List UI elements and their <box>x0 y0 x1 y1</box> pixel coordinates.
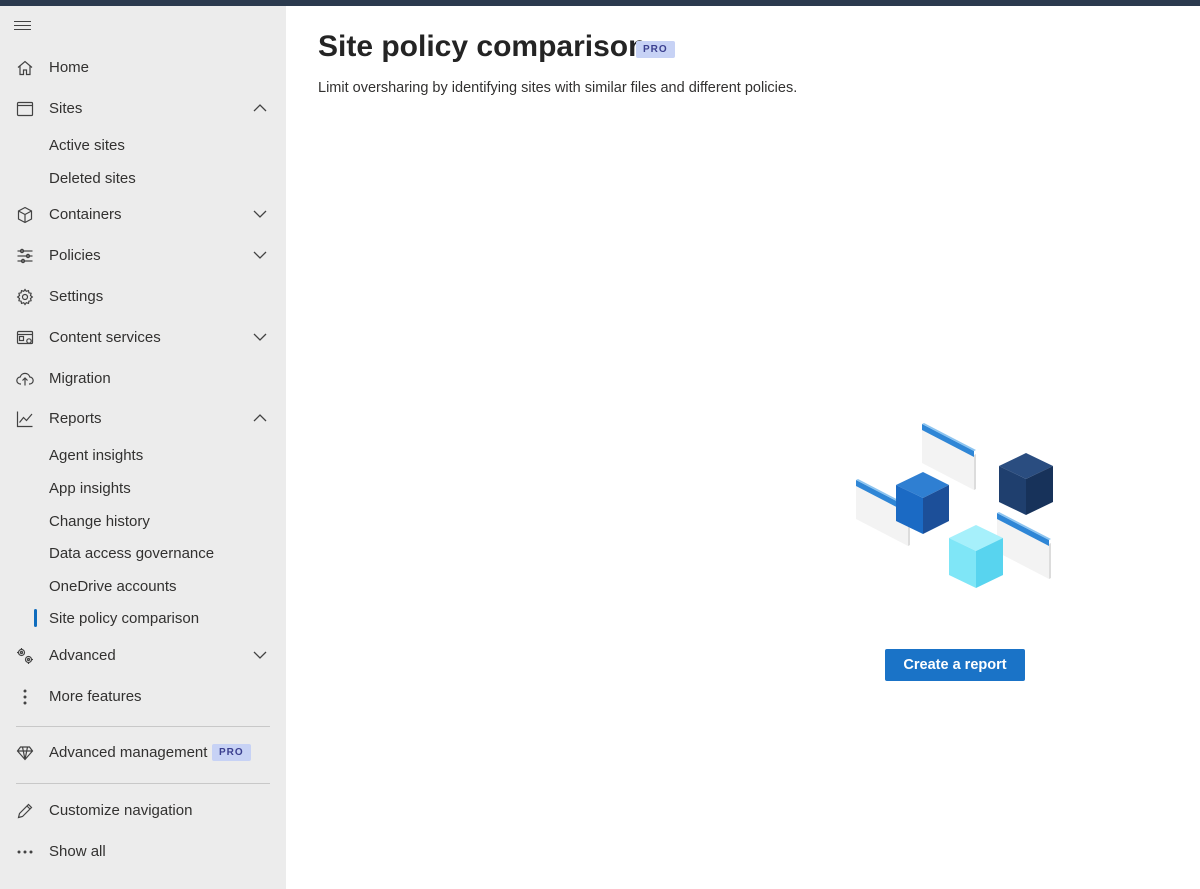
page-description: Limit oversharing by identifying sites w… <box>318 80 798 96</box>
nav-item-label: Migration <box>49 369 111 387</box>
nav-item-settings[interactable]: Settings <box>0 278 286 314</box>
nav-item-label: Content services <box>49 328 161 346</box>
nav-item-label: Customize navigation <box>49 801 193 819</box>
page-title: Site policy comparison <box>318 30 647 63</box>
nav-divider <box>16 783 270 784</box>
browser-window-icon <box>14 98 36 120</box>
nav-item-label: Advanced <box>49 646 116 664</box>
nav-item-containers[interactable]: Containers <box>0 196 286 232</box>
line-chart-icon <box>14 408 36 430</box>
home-icon <box>14 57 36 79</box>
cube-illustration <box>949 525 1003 588</box>
nav-item-label: Show all <box>49 842 106 860</box>
nav-item-migration[interactable]: Migration <box>0 360 286 396</box>
nav-item-label: Containers <box>49 205 122 223</box>
chevron-down-icon[interactable] <box>252 207 268 221</box>
pro-badge: PRO <box>636 41 675 58</box>
horizontal-ellipsis-icon <box>14 841 36 863</box>
nav-item-label: Reports <box>49 409 102 427</box>
nav-item-policies[interactable]: Policies <box>0 237 286 273</box>
nav-item-label: Policies <box>49 246 101 264</box>
gear-icon <box>14 286 36 308</box>
create-report-button[interactable]: Create a report <box>885 649 1025 681</box>
nav-item-content-services[interactable]: Content services <box>0 319 286 355</box>
nav-item-label: Settings <box>49 287 104 305</box>
nav-item-home[interactable]: Home <box>0 49 286 85</box>
nav-item-label: Advanced management <box>49 743 208 761</box>
nav-item-sites[interactable]: Sites <box>0 90 286 126</box>
hamburger-menu-icon[interactable] <box>14 18 36 36</box>
gears-icon <box>14 645 36 667</box>
card-illustration <box>997 512 1051 579</box>
nav-item-label: More features <box>49 687 142 705</box>
nav-subitem-active-sites[interactable]: Active sites <box>0 131 286 161</box>
left-navigation: Home Sites Active sites Deleted sites Co… <box>0 6 286 889</box>
chevron-up-icon[interactable] <box>252 411 268 425</box>
cloud-upload-icon <box>14 368 36 390</box>
chevron-down-icon[interactable] <box>252 248 268 262</box>
nav-subitem-agent-insights[interactable]: Agent insights <box>0 441 286 471</box>
nav-item-label: Home <box>49 58 90 76</box>
nav-item-reports[interactable]: Reports <box>0 400 286 436</box>
pencil-icon <box>14 800 36 822</box>
nav-item-label: Sites <box>49 99 83 117</box>
content-services-icon <box>14 327 36 349</box>
chevron-down-icon[interactable] <box>252 330 268 344</box>
nav-item-advanced[interactable]: Advanced <box>0 637 286 673</box>
nav-subitem-onedrive-accounts[interactable]: OneDrive accounts <box>0 572 286 602</box>
chevron-up-icon[interactable] <box>252 101 268 115</box>
vertical-ellipsis-icon <box>14 686 36 708</box>
nav-subitem-data-access-governance[interactable]: Data access governance <box>0 539 286 569</box>
nav-item-advanced-management[interactable]: Advanced management PRO <box>0 734 286 770</box>
cube-icon <box>14 204 36 226</box>
chevron-down-icon[interactable] <box>252 648 268 662</box>
empty-state-illustration <box>856 423 1053 588</box>
cube-illustration <box>896 472 949 534</box>
nav-item-show-all[interactable]: Show all <box>0 833 286 869</box>
cube-illustration <box>999 453 1053 515</box>
nav-subitem-deleted-sites[interactable]: Deleted sites <box>0 164 286 194</box>
nav-subitem-app-insights[interactable]: App insights <box>0 474 286 504</box>
sliders-icon <box>14 245 36 267</box>
diamond-icon <box>14 742 36 764</box>
nav-subitem-site-policy-comparison[interactable]: Site policy comparison <box>0 604 286 634</box>
nav-item-more-features[interactable]: More features <box>0 678 286 714</box>
nav-subitem-change-history[interactable]: Change history <box>0 507 286 537</box>
pro-badge: PRO <box>212 744 251 761</box>
nav-divider <box>16 726 270 727</box>
nav-item-customize-navigation[interactable]: Customize navigation <box>0 792 286 828</box>
